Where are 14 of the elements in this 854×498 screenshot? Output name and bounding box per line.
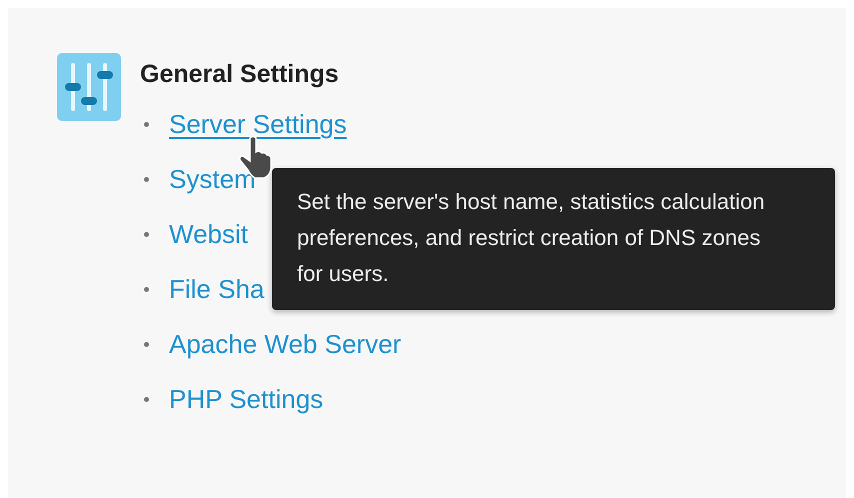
bullet-icon — [144, 397, 149, 402]
settings-link[interactable]: Apache Web Server — [169, 329, 402, 360]
bullet-icon — [144, 287, 149, 292]
bullet-icon — [144, 122, 149, 127]
settings-link[interactable]: PHP Settings — [169, 384, 324, 415]
section-title: General Settings — [140, 59, 340, 90]
bullet-icon — [144, 232, 149, 237]
settings-link[interactable]: Server Settings — [169, 109, 347, 140]
bullet-icon — [144, 177, 149, 182]
tooltip: Set the server's host name, statistics calculation preferences, and restrict creation of DNS zones for users. — [272, 168, 835, 310]
settings-link[interactable]: File Sha — [169, 274, 264, 305]
sliders-icon — [57, 53, 121, 121]
settings-link[interactable]: Websit — [169, 219, 248, 250]
bullet-icon — [144, 342, 149, 347]
